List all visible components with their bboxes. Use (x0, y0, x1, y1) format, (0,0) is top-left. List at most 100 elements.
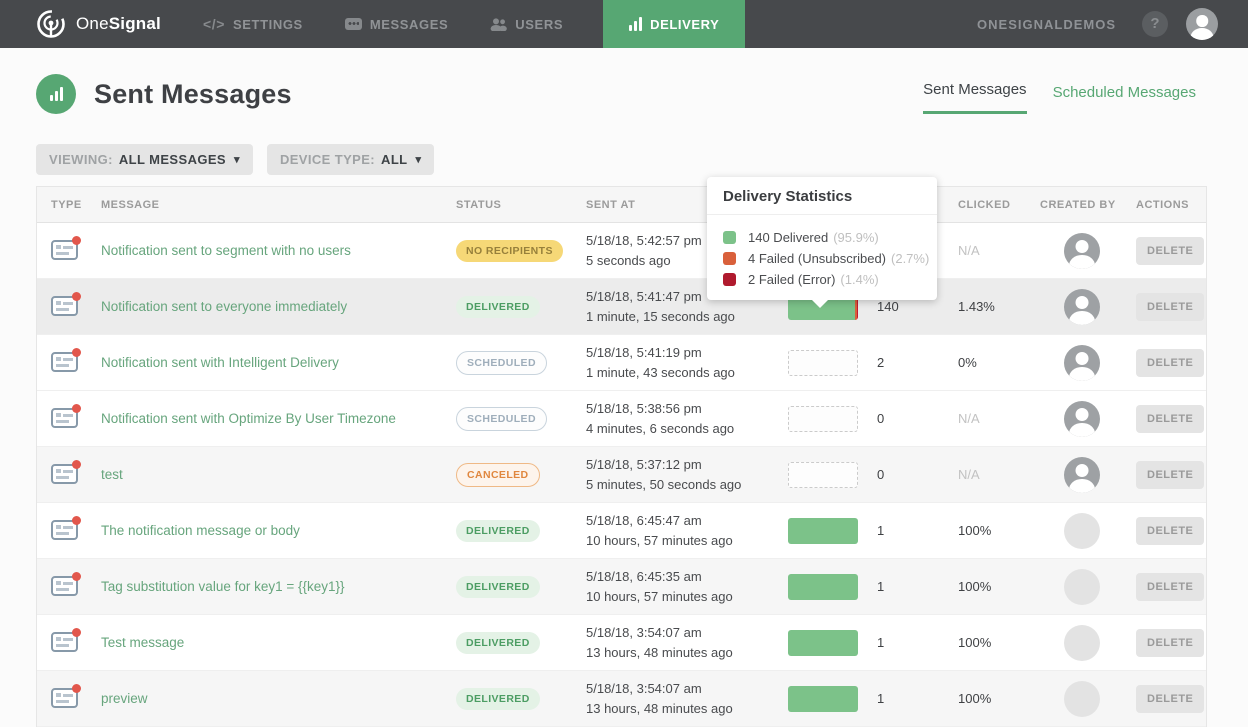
sent-ago: 4 minutes, 6 seconds ago (586, 420, 735, 436)
message-link[interactable]: Test message (101, 635, 184, 650)
delivered-bar[interactable] (788, 517, 858, 544)
table-row: The notification message or body DELIVER… (37, 503, 1206, 559)
tooltip-title: Delivery Statistics (707, 177, 937, 215)
message-link[interactable]: The notification message or body (101, 523, 300, 538)
header-created-by: CREATED BY (1040, 198, 1116, 211)
creator-avatar (1064, 344, 1100, 381)
status-badge: CANCELED (456, 462, 540, 487)
delete-button[interactable]: DELETE (1136, 460, 1205, 489)
delete-button[interactable]: DELETE (1136, 516, 1205, 545)
bar-chart-icon (629, 17, 643, 31)
clicked-value: N/A (958, 466, 980, 482)
sent-date: 5/18/18, 3:54:07 am (586, 681, 702, 696)
header-clicked: CLICKED (958, 198, 1011, 211)
delivered-bar (788, 461, 858, 488)
notification-type-icon (51, 236, 81, 260)
nav-item-messages[interactable]: MESSAGES (344, 0, 449, 48)
viewing-filter-value: ALL MESSAGES (118, 152, 227, 167)
message-link[interactable]: Notification sent with Optimize By User … (101, 411, 396, 426)
error-label: 2 Failed (Error) (748, 272, 836, 287)
notification-type-icon (51, 684, 81, 708)
viewing-filter-dropdown[interactable]: VIEWING: ALL MESSAGES ▾ (36, 144, 253, 175)
clicked-value: 100% (958, 522, 992, 538)
message-link[interactable]: Notification sent to segment with no use… (101, 243, 351, 258)
status-badge: DELIVERED (456, 575, 540, 598)
unsubscribed-color-swatch (723, 252, 736, 265)
header-type: TYPE (51, 198, 82, 211)
tooltip-error-item: 2 Failed (Error) (1.4%) (723, 272, 923, 287)
help-icon[interactable]: ? (1142, 11, 1168, 37)
unsubscribed-percent: (2.7%) (891, 251, 930, 266)
table-row: Notification sent to everyone immediatel… (37, 279, 1206, 335)
creator-avatar (1064, 512, 1100, 549)
delete-button[interactable]: DELETE (1136, 684, 1205, 713)
code-icon: </> (202, 16, 225, 32)
delete-button[interactable]: DELETE (1136, 236, 1205, 265)
nav-item-settings[interactable]: </> SETTINGS (203, 0, 303, 48)
creator-avatar (1064, 232, 1100, 269)
message-link[interactable]: Notification sent to everyone immediatel… (101, 299, 347, 314)
top-navbar: OneSignal </> SETTINGS MESSAGES USERS DE… (0, 0, 1248, 48)
nav-label-settings: SETTINGS (233, 16, 303, 32)
message-link[interactable]: Notification sent with Intelligent Deliv… (101, 355, 339, 370)
onesignal-logo[interactable]: OneSignal (36, 9, 161, 39)
page-title: Sent Messages (94, 78, 292, 109)
tab-sent-messages[interactable]: Sent Messages (923, 81, 1027, 114)
notification-type-icon (51, 404, 81, 428)
delete-button[interactable]: DELETE (1136, 628, 1205, 657)
delivered-percent: (95.9%) (833, 230, 879, 245)
clicked-value: 100% (958, 578, 992, 594)
delete-button[interactable]: DELETE (1136, 292, 1205, 321)
delivered-count: 140 (877, 299, 899, 314)
status-badge: NO RECIPIENTS (456, 239, 563, 262)
message-link[interactable]: test (101, 467, 123, 482)
nav-label-delivery: DELIVERY (650, 16, 720, 32)
error-percent: (1.4%) (840, 272, 879, 287)
sent-messages-table: TYPE MESSAGE STATUS SENT AT CLICKED CREA… (36, 186, 1207, 727)
message-link[interactable]: Tag substitution value for key1 = {{key1… (101, 579, 345, 594)
sent-date: 5/18/18, 5:38:56 pm (586, 401, 702, 416)
delivered-count: 1 (877, 523, 885, 538)
nav-item-users[interactable]: USERS (490, 0, 563, 48)
header-status: STATUS (456, 198, 502, 211)
sent-date: 5/18/18, 6:45:35 am (586, 569, 702, 584)
tab-scheduled-messages[interactable]: Scheduled Messages (1053, 84, 1196, 114)
delivered-count: 1 (877, 635, 885, 650)
notification-type-icon (51, 292, 81, 316)
clicked-value: N/A (958, 242, 980, 258)
message-link[interactable]: preview (101, 691, 148, 706)
nav-label-messages: MESSAGES (369, 16, 449, 32)
delivered-bar[interactable] (788, 685, 858, 712)
device-type-filter-dropdown[interactable]: DEVICE TYPE: ALL ▾ (266, 144, 435, 175)
table-row: Notification sent to segment with no use… (37, 223, 1206, 279)
delete-button[interactable]: DELETE (1136, 572, 1205, 601)
sent-ago: 13 hours, 48 minutes ago (586, 644, 733, 660)
sent-date: 5/18/18, 5:41:19 pm (586, 345, 702, 360)
nav-label-users: USERS (515, 16, 564, 32)
status-badge: DELIVERED (456, 519, 540, 542)
unsubscribed-label: 4 Failed (Unsubscribed) (748, 251, 887, 266)
users-icon (490, 17, 508, 31)
sent-ago: 13 hours, 48 minutes ago (586, 700, 733, 716)
delete-button[interactable]: DELETE (1136, 404, 1205, 433)
delivered-count: 0 (877, 411, 885, 426)
page-header: Sent Messages Sent Messages Scheduled Me… (36, 72, 1196, 114)
delivered-bar[interactable] (788, 629, 858, 656)
sent-ago: 5 minutes, 50 seconds ago (586, 476, 742, 492)
clicked-value: 1.43% (958, 298, 995, 314)
user-avatar[interactable] (1186, 8, 1218, 40)
delivered-label: 140 Delivered (748, 230, 829, 245)
table-row: Notification sent with Intelligent Deliv… (37, 335, 1206, 391)
delivered-color-swatch (723, 231, 736, 244)
delivered-count: 1 (877, 691, 885, 706)
delivered-bar[interactable] (788, 573, 858, 600)
delete-button[interactable]: DELETE (1136, 348, 1205, 377)
table-row: Tag substitution value for key1 = {{key1… (37, 559, 1206, 615)
nav-item-delivery[interactable]: DELIVERY (603, 0, 746, 48)
status-badge: DELIVERED (456, 687, 540, 710)
account-name[interactable]: ONESIGNALDEMOS (977, 17, 1116, 32)
view-tabs: Sent Messages Scheduled Messages (923, 81, 1196, 114)
onesignal-logo-icon (37, 10, 65, 38)
chat-icon (344, 18, 362, 30)
tooltip-unsubscribed-item: 4 Failed (Unsubscribed) (2.7%) (723, 251, 929, 266)
